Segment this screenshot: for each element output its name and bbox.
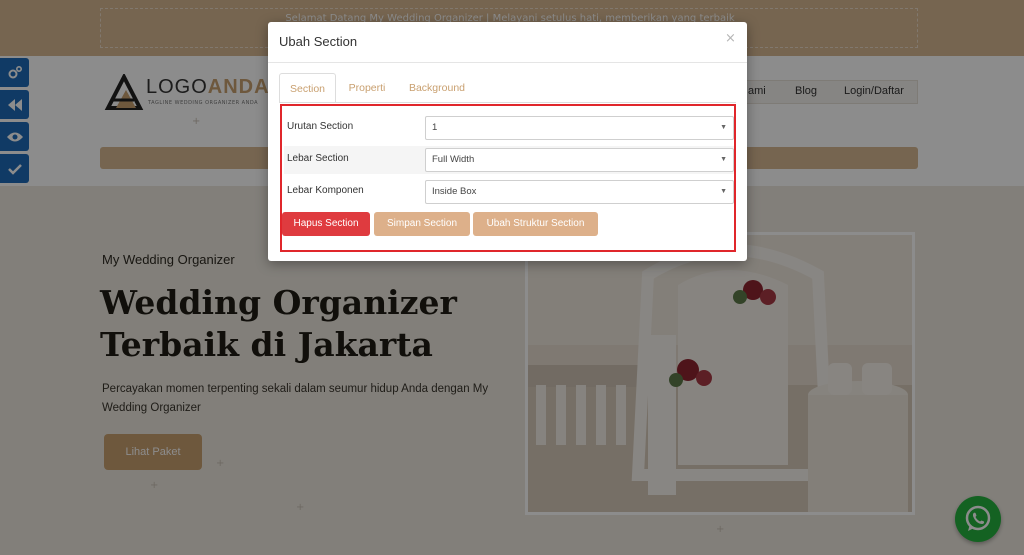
delete-section-button[interactable]: Hapus Section bbox=[282, 212, 370, 236]
field-row-lebar-komponen: Lebar Komponen Inside Box ▼ bbox=[284, 178, 734, 206]
field-row-lebar-section: Lebar Section Full Width ▼ bbox=[284, 146, 734, 174]
section-settings-panel: Urutan Section 1 ▼ Lebar Section Full Wi… bbox=[280, 104, 736, 252]
chevron-down-icon: ▼ bbox=[720, 124, 727, 131]
modal-header: Ubah Section × bbox=[268, 22, 747, 63]
tab-section[interactable]: Section bbox=[279, 73, 336, 103]
edit-structure-button[interactable]: Ubah Struktur Section bbox=[473, 212, 598, 236]
lebar-komponen-value: Inside Box bbox=[432, 186, 477, 197]
lebar-komponen-select[interactable]: Inside Box ▼ bbox=[425, 180, 734, 204]
tab-divider bbox=[279, 102, 736, 103]
save-section-button[interactable]: Simpan Section bbox=[374, 212, 470, 236]
urutan-section-value: 1 bbox=[432, 122, 438, 133]
tab-background[interactable]: Background bbox=[401, 73, 473, 103]
field-row-urutan: Urutan Section 1 ▼ bbox=[284, 114, 734, 142]
lebar-section-select[interactable]: Full Width ▼ bbox=[425, 148, 734, 172]
modal-title: Ubah Section bbox=[279, 34, 358, 49]
urutan-section-label: Urutan Section bbox=[287, 121, 354, 132]
urutan-section-select[interactable]: 1 ▼ bbox=[425, 116, 734, 140]
chevron-down-icon: ▼ bbox=[720, 156, 727, 163]
modal-tabs: Section Properti Background bbox=[279, 73, 736, 103]
lebar-komponen-label: Lebar Komponen bbox=[287, 185, 364, 196]
tab-properti[interactable]: Properti bbox=[341, 73, 393, 103]
close-icon[interactable]: × bbox=[725, 31, 736, 46]
chevron-down-icon: ▼ bbox=[720, 188, 727, 195]
edit-section-modal: Ubah Section × Section Properti Backgrou… bbox=[268, 22, 747, 261]
lebar-section-value: Full Width bbox=[432, 154, 475, 165]
lebar-section-label: Lebar Section bbox=[287, 153, 349, 164]
